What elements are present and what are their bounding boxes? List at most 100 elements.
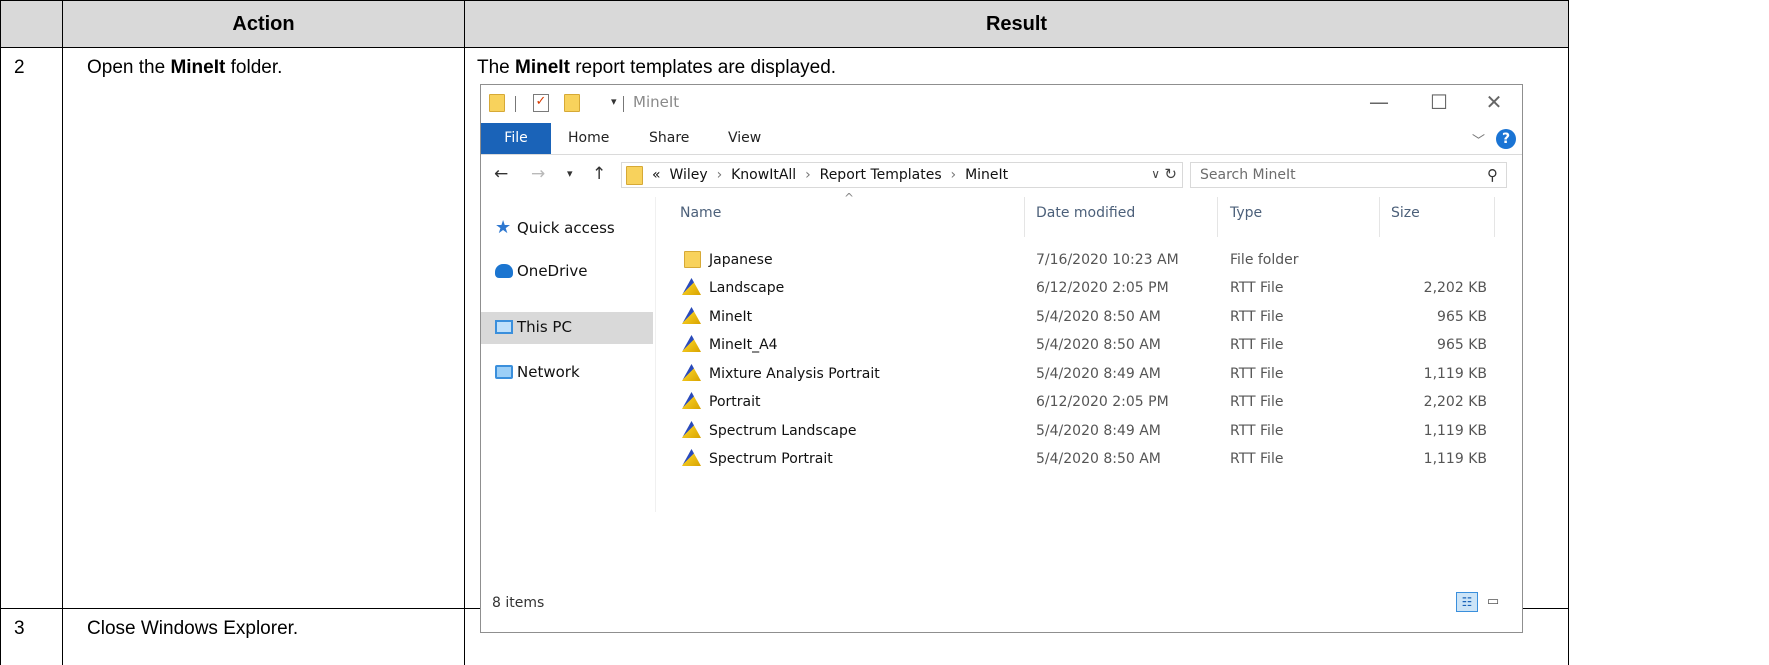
- column-header-name[interactable]: Name: [680, 205, 721, 221]
- breadcrumb-mineit[interactable]: MineIt: [965, 167, 1008, 183]
- nav-item-onedrive[interactable]: OneDrive: [481, 256, 653, 288]
- title-bar: ✓ ▾ MineIt — ☐ ✕: [481, 85, 1522, 122]
- file-size: 1,119 KB: [1423, 423, 1487, 439]
- divider: [1494, 197, 1495, 237]
- file-type: RTT File: [1230, 394, 1284, 410]
- rtt-file-icon: [682, 392, 701, 409]
- divider: [655, 197, 656, 512]
- rtt-file-icon: [682, 278, 701, 295]
- ribbon-tabs: File Home Share View ﹀ ?: [481, 123, 1522, 155]
- file-name: Spectrum Landscape: [709, 423, 857, 439]
- file-type: RTT File: [1230, 280, 1284, 296]
- action-cell: Close Windows Explorer.: [62, 608, 465, 665]
- step-number-cell: 3: [0, 608, 63, 665]
- file-date: 6/12/2020 2:05 PM: [1036, 280, 1169, 296]
- divider: [623, 96, 624, 112]
- column-header-size[interactable]: Size: [1391, 205, 1420, 221]
- breadcrumb-report-templates[interactable]: Report Templates: [820, 167, 942, 183]
- list-item[interactable]: Landscape 6/12/2020 2:05 PM RTT File 2,2…: [657, 274, 1517, 302]
- nav-item-quick-access[interactable]: ★ Quick access: [481, 213, 653, 245]
- file-name: MineIt_A4: [709, 337, 778, 353]
- up-arrow-icon[interactable]: ↑: [592, 164, 606, 184]
- file-type: RTT File: [1230, 309, 1284, 325]
- help-icon[interactable]: ?: [1496, 129, 1516, 149]
- list-item[interactable]: MineIt 5/4/2020 8:50 AM RTT File 965 KB: [657, 303, 1517, 331]
- file-name: Spectrum Portrait: [709, 451, 833, 467]
- search-icon[interactable]: ⚲: [1487, 166, 1498, 184]
- file-size: 1,119 KB: [1423, 366, 1487, 382]
- address-bar[interactable]: « Wiley › KnowItAll › Report Templates ›…: [621, 162, 1183, 188]
- details-view-icon[interactable]: ☷: [1456, 592, 1478, 612]
- file-type: RTT File: [1230, 337, 1284, 353]
- close-button[interactable]: ✕: [1471, 89, 1517, 117]
- divider: [515, 96, 516, 112]
- search-input[interactable]: Search MineIt: [1200, 167, 1296, 183]
- quick-access-dropdown-icon[interactable]: ▾: [611, 95, 617, 108]
- address-dropdown-icon[interactable]: ∨: [1151, 167, 1160, 181]
- step-number: 3: [14, 618, 25, 639]
- forward-arrow-icon[interactable]: →: [531, 164, 545, 184]
- list-item[interactable]: Portrait 6/12/2020 2:05 PM RTT File 2,20…: [657, 388, 1517, 416]
- list-item[interactable]: Japanese 7/16/2020 10:23 AM File folder: [657, 246, 1517, 274]
- file-size: 965 KB: [1437, 309, 1487, 325]
- recent-locations-icon[interactable]: ▾: [567, 167, 573, 180]
- tab-home[interactable]: Home: [568, 123, 609, 154]
- folder-icon: [489, 94, 505, 112]
- file-date: 5/4/2020 8:49 AM: [1036, 366, 1161, 382]
- nav-item-this-pc[interactable]: This PC: [481, 312, 653, 344]
- result-text: The MineIt report templates are displaye…: [477, 57, 837, 78]
- maximize-button[interactable]: ☐: [1416, 89, 1462, 117]
- divider: [1024, 197, 1025, 237]
- list-item[interactable]: Mixture Analysis Portrait 5/4/2020 8:49 …: [657, 360, 1517, 388]
- network-icon: [495, 365, 513, 379]
- properties-icon[interactable]: ✓: [533, 94, 549, 112]
- overflow-chevron[interactable]: «: [652, 167, 661, 183]
- header-step: [0, 0, 63, 48]
- expand-ribbon-icon[interactable]: ﹀: [1472, 130, 1485, 149]
- window-title: MineIt: [633, 93, 680, 111]
- action-text: Open the MineIt folder.: [87, 57, 283, 78]
- file-date: 7/16/2020 10:23 AM: [1036, 252, 1179, 268]
- file-name: Portrait: [709, 394, 761, 410]
- list-item[interactable]: MineIt_A4 5/4/2020 8:50 AM RTT File 965 …: [657, 331, 1517, 359]
- breadcrumb-knowitall[interactable]: KnowItAll: [731, 167, 796, 183]
- list-item[interactable]: Spectrum Portrait 5/4/2020 8:50 AM RTT F…: [657, 445, 1517, 473]
- file-date: 5/4/2020 8:50 AM: [1036, 337, 1161, 353]
- column-header-date[interactable]: Date modified: [1036, 205, 1135, 221]
- header-action: Action: [62, 0, 465, 48]
- tab-share[interactable]: Share: [649, 123, 689, 154]
- rtt-file-icon: [682, 421, 701, 438]
- back-arrow-icon[interactable]: ←: [494, 164, 508, 184]
- file-type: File folder: [1230, 252, 1299, 268]
- folder-icon: [684, 251, 701, 268]
- file-date: 5/4/2020 8:49 AM: [1036, 423, 1161, 439]
- divider: [1217, 197, 1218, 237]
- folder-icon: [626, 166, 643, 185]
- action-text: Close Windows Explorer.: [87, 618, 299, 639]
- file-name: Mixture Analysis Portrait: [709, 366, 880, 382]
- search-box[interactable]: Search MineIt ⚲: [1190, 162, 1507, 188]
- breadcrumb: « Wiley › KnowItAll › Report Templates ›…: [652, 167, 1009, 183]
- tab-view[interactable]: View: [728, 123, 761, 154]
- step-number-cell: 2: [0, 47, 63, 609]
- nav-item-network[interactable]: Network: [481, 357, 653, 389]
- refresh-icon[interactable]: ↻: [1164, 165, 1177, 183]
- file-size: 2,202 KB: [1423, 280, 1487, 296]
- column-header-type[interactable]: Type: [1230, 205, 1262, 221]
- file-date: 5/4/2020 8:50 AM: [1036, 451, 1161, 467]
- new-folder-icon[interactable]: [564, 94, 580, 112]
- action-cell: Open the MineIt folder.: [62, 47, 465, 609]
- star-icon: ★: [495, 217, 512, 238]
- computer-icon: [495, 320, 513, 334]
- file-list: ^ Name Date modified Type Size Japanese …: [657, 191, 1517, 517]
- breadcrumb-wiley[interactable]: Wiley: [669, 167, 707, 183]
- navigation-pane: ★ Quick access OneDrive This PC Network: [481, 197, 655, 512]
- list-item[interactable]: Spectrum Landscape 5/4/2020 8:49 AM RTT …: [657, 417, 1517, 445]
- file-date: 6/12/2020 2:05 PM: [1036, 394, 1169, 410]
- large-icons-view-icon[interactable]: ▭: [1482, 592, 1504, 612]
- tab-file[interactable]: File: [481, 123, 551, 154]
- minimize-button[interactable]: —: [1356, 89, 1402, 117]
- file-explorer-window: ✓ ▾ MineIt — ☐ ✕ File Home Share View ﹀ …: [480, 84, 1523, 633]
- file-name: Japanese: [709, 252, 773, 268]
- rtt-file-icon: [682, 307, 701, 324]
